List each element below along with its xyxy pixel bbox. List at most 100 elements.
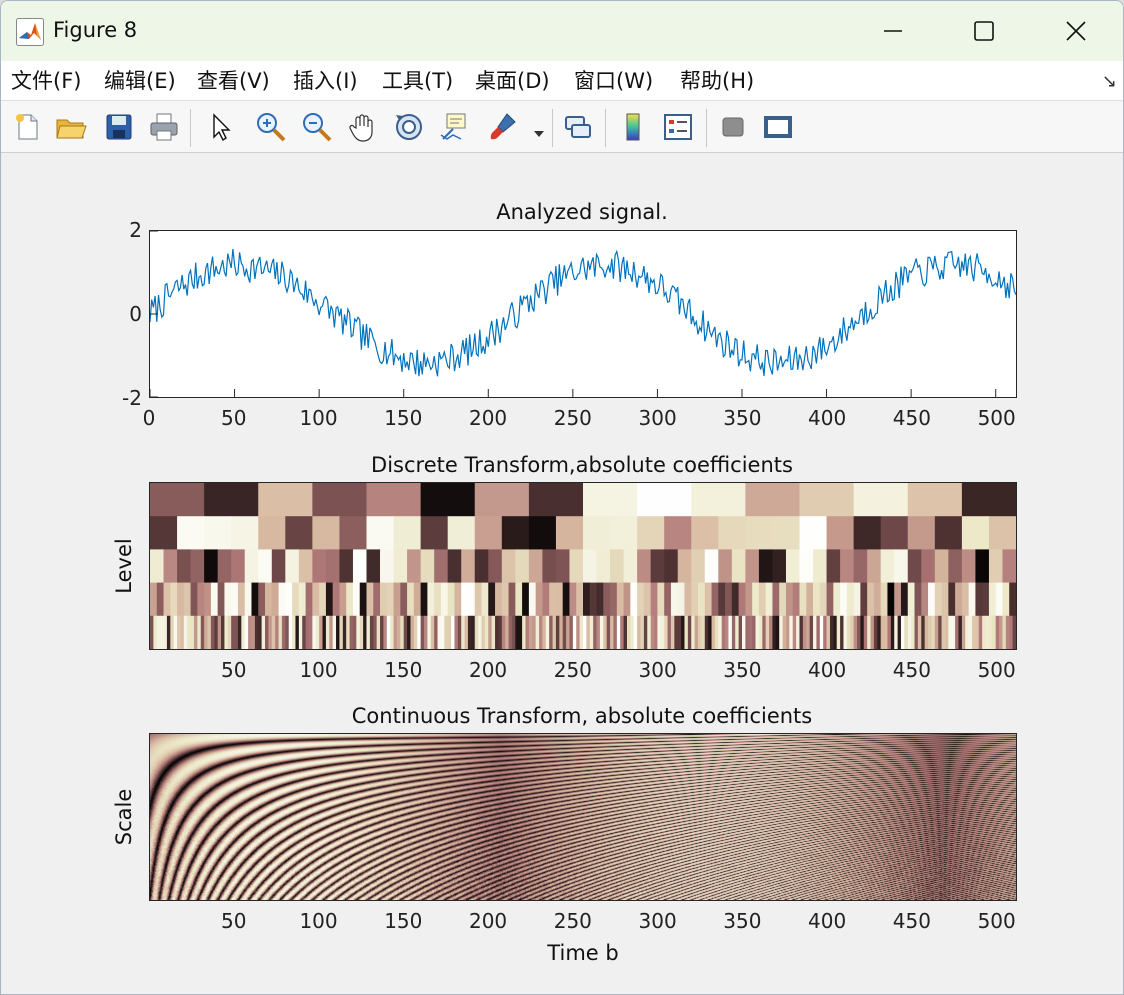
dwt-cell: [806, 582, 814, 617]
menu-insert[interactable]: 插入(I): [293, 67, 358, 95]
dwt-cell: [586, 615, 591, 649]
dwt-cell: [231, 582, 239, 617]
dwt-cell: [200, 615, 205, 649]
menu-file[interactable]: 文件(F): [11, 67, 81, 95]
print-button[interactable]: [147, 110, 181, 144]
dwt-cell: [244, 549, 259, 583]
hide-plot-tools-button[interactable]: [716, 110, 750, 144]
dwt-cell: [972, 615, 976, 649]
link-plot-button[interactable]: [561, 110, 595, 144]
save-button[interactable]: [102, 110, 136, 144]
minimize-button[interactable]: [847, 1, 939, 61]
dwt-cell: [150, 483, 205, 517]
dwt-cell: [975, 582, 983, 617]
dwt-cell: [684, 582, 692, 617]
pointer-button[interactable]: [204, 110, 238, 144]
dwt-cell: [474, 549, 489, 583]
brush-button[interactable]: [486, 110, 520, 144]
dwt-cell: [633, 615, 638, 649]
dwt-cell: [975, 549, 990, 583]
new-figure-button[interactable]: [10, 110, 44, 144]
dwt-cell: [779, 582, 787, 617]
dwt-cell: [231, 516, 259, 550]
dwt-cell: [752, 582, 760, 617]
colorbar-button[interactable]: [616, 110, 650, 144]
dwt-cell: [718, 582, 726, 617]
dwt-cell: [596, 582, 604, 617]
colorbar-icon: [626, 113, 640, 141]
dwt-cell: [576, 615, 581, 649]
dwt-cell: [657, 582, 665, 617]
menu-window[interactable]: 窗口(W): [574, 67, 653, 95]
dock-arrow-icon[interactable]: ↘: [1102, 71, 1117, 92]
zoom-in-button[interactable]: [254, 110, 288, 144]
dwt-cell: [694, 615, 699, 649]
dwt-cell: [454, 615, 459, 649]
x-tick-label: 50: [221, 406, 247, 430]
menu-help[interactable]: 帮助(H): [680, 67, 754, 95]
dwt-cell: [610, 516, 638, 550]
dwt-cell: [156, 582, 165, 617]
menu-desktop[interactable]: 桌面(D): [475, 67, 550, 95]
dwt-cell: [258, 549, 273, 583]
dwt-cell: [227, 615, 232, 649]
rotate-3d-button[interactable]: [392, 110, 426, 144]
close-button[interactable]: [1030, 1, 1122, 61]
signal-axes[interactable]: [149, 230, 1017, 398]
menu-view[interactable]: 查看(V): [197, 67, 270, 95]
x-tick-label: 150: [384, 658, 423, 682]
dwt-cell: [877, 615, 882, 649]
dwt-cell: [549, 582, 557, 617]
dwt-cell: [325, 549, 341, 583]
dwt-cell: [708, 615, 713, 649]
dwt-cell: [961, 516, 990, 550]
legend-button[interactable]: [661, 110, 695, 144]
maximize-button[interactable]: [938, 1, 1030, 61]
dwt-cell: [988, 549, 1004, 583]
dwt-cell: [393, 582, 401, 617]
dwt-cell: [647, 615, 652, 649]
dwt-cell: [596, 549, 611, 583]
dwt-cell: [528, 549, 544, 583]
dwt-cell: [325, 582, 334, 617]
show-plot-tools-icon: [764, 116, 792, 138]
dwt-cell: [738, 582, 746, 617]
x-tick-label: 500: [977, 406, 1016, 430]
menu-tools[interactable]: 工具(T): [382, 67, 453, 95]
dwt-cell: [535, 582, 544, 617]
menu-edit[interactable]: 编辑(E): [104, 67, 176, 95]
dwt-axes[interactable]: [149, 482, 1017, 650]
data-cursor-button[interactable]: [438, 110, 472, 144]
dwt-cell: [461, 549, 476, 583]
dwt-cell: [231, 549, 246, 583]
dwt-cell: [637, 549, 652, 583]
dwt-cell: [880, 549, 895, 583]
x-tick-label: 500: [977, 909, 1016, 933]
pan-button[interactable]: [346, 110, 380, 144]
dwt-cell: [785, 582, 794, 617]
open-file-button[interactable]: [54, 110, 88, 144]
dwt-cell: [664, 582, 672, 617]
brush-dropdown-button[interactable]: [533, 123, 547, 137]
dwt-cell: [769, 615, 774, 649]
dwt-cell: [802, 615, 807, 649]
x-tick-label: 100: [299, 909, 338, 933]
dwt-y-label: Level: [112, 538, 136, 594]
zoom-out-icon: [303, 113, 332, 142]
dwt-cell: [725, 582, 733, 617]
dwt-cell: [440, 582, 449, 617]
cwt-axes[interactable]: [149, 733, 1017, 901]
dwt-cell: [691, 516, 719, 550]
dwt-cell: [369, 615, 374, 649]
dwt-cell: [583, 549, 598, 583]
dwt-cell: [204, 582, 212, 617]
zoom-out-button[interactable]: [300, 110, 334, 144]
show-plot-tools-button[interactable]: [761, 110, 795, 144]
x-tick-label: 400: [808, 658, 847, 682]
dwt-cell: [204, 483, 259, 517]
toolbar-separator: [190, 109, 191, 147]
dwt-cell: [569, 582, 577, 617]
dwt-cell: [921, 549, 936, 583]
signal-series-line: [150, 248, 1016, 377]
dwt-cell: [407, 549, 422, 583]
